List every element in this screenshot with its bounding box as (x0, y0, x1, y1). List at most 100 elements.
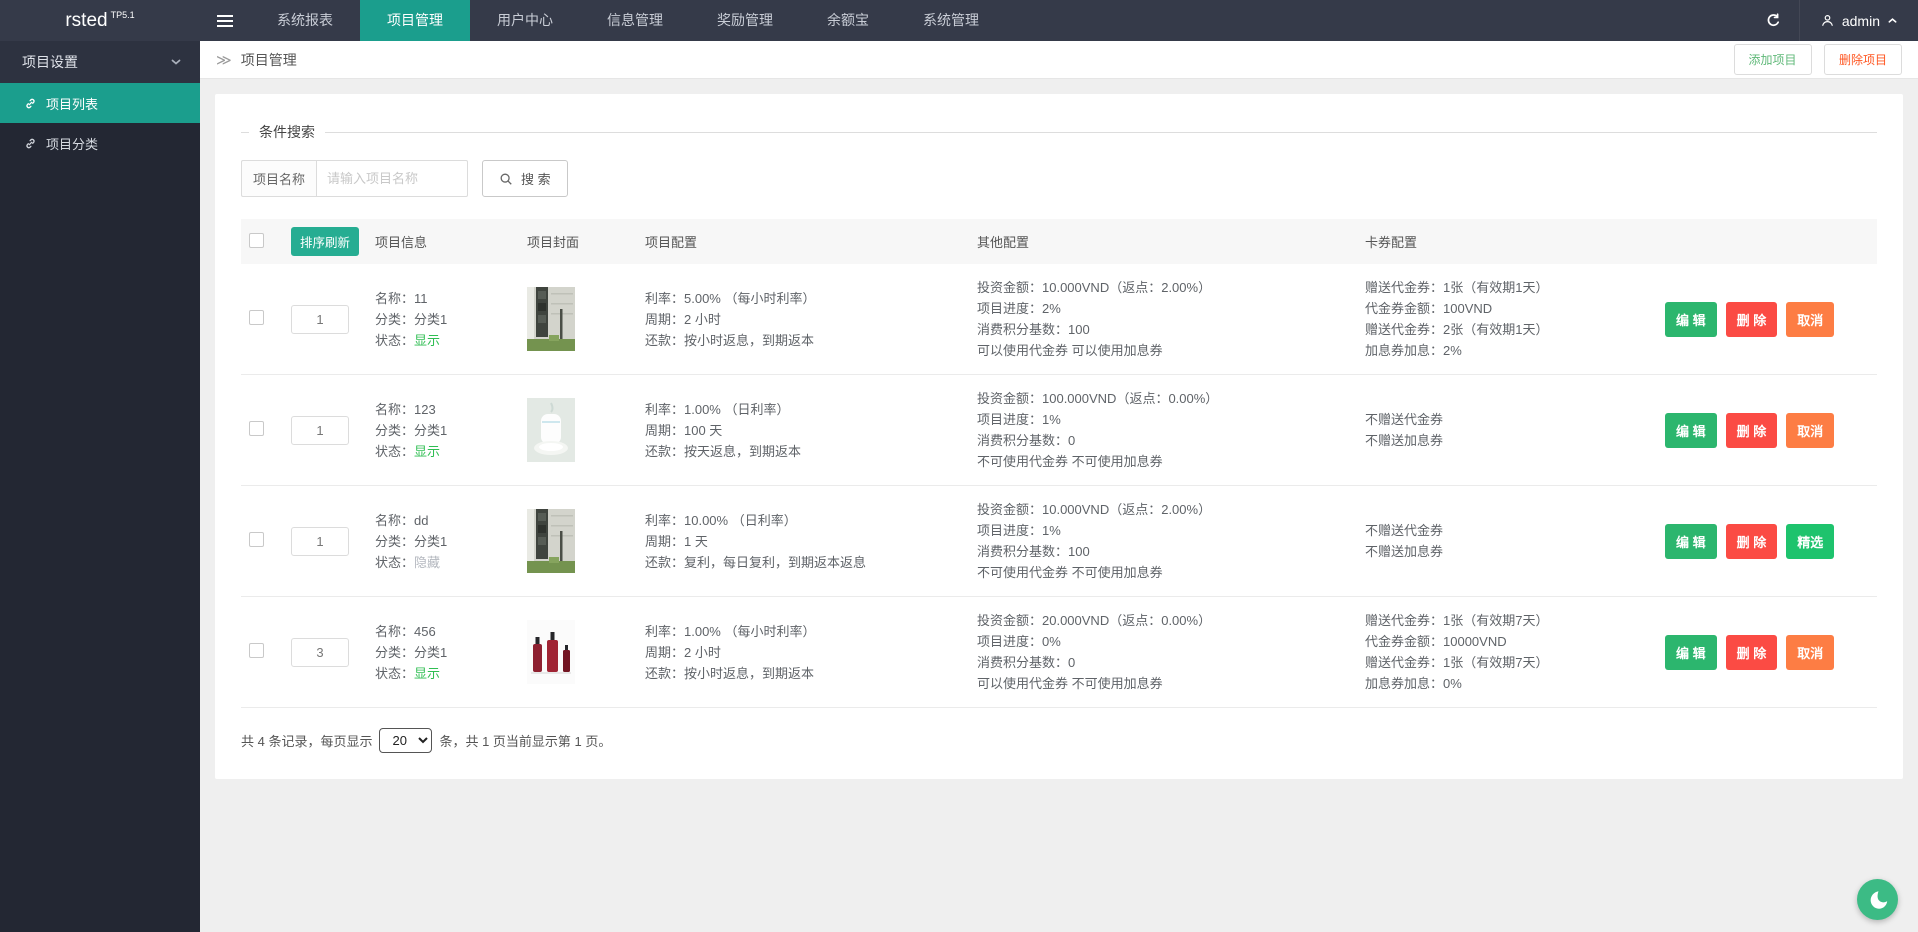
info-line-name: 名称：456 (375, 623, 436, 639)
info-line-status: 状态：显示 (375, 332, 441, 348)
sidebar-item-project-list[interactable]: 项目列表 (0, 83, 200, 123)
nav-item-system-reports[interactable]: 系统报表 (250, 0, 360, 41)
search-legend: 条件搜索 (259, 124, 315, 140)
config-line: 赠送代金券：1张（有效期1天） (1365, 280, 1549, 295)
refresh-icon[interactable] (1749, 0, 1799, 41)
project-config-cell: 利率：10.00% （日利率） 周期：1 天还款：复利，每日复利，到期返本返息 (637, 486, 969, 597)
config-line: 周期：2 小时 (645, 311, 721, 327)
row-actions-cell: 编 辑删 除取消 (1657, 597, 1877, 708)
col-header-project-info: 项目信息 (375, 235, 428, 250)
info-line-name: 名称：123 (375, 401, 436, 417)
logo-version: TP5.1 (110, 9, 135, 20)
delete-button[interactable]: 删 除 (1725, 634, 1778, 670)
cancel-button[interactable]: 取消 (1786, 412, 1835, 448)
add-project-button[interactable]: 添加项目 (1733, 44, 1812, 75)
project-cover-cell (519, 597, 637, 708)
row-actions-cell: 编 辑删 除取消 (1657, 264, 1877, 375)
project-row: 名称：dd 分类：分类1 状态：隐藏 利率：10.00% （日利率） 周期：1 天还款：… (241, 486, 1877, 597)
nav-item-yuebao[interactable]: 余额宝 (800, 0, 896, 41)
config-line: 投资金额：10.000VND（返点：2.00%） (977, 502, 1212, 517)
pagination-prefix: 共 4 条记录，每页显示 (241, 734, 373, 749)
config-line: 加息券加息：2% (1365, 343, 1462, 358)
select-all-checkbox[interactable] (249, 232, 264, 248)
project-cover-cell (519, 264, 637, 375)
chat-fab-button[interactable] (1857, 879, 1898, 920)
config-line: 不赠送代金券 (1365, 412, 1444, 427)
delete-button[interactable]: 删 除 (1725, 412, 1778, 448)
edit-button[interactable]: 编 辑 (1665, 301, 1717, 337)
config-line: 还款：按小时返息，到期返本 (645, 332, 815, 348)
project-config-cell: 利率：1.00% （每小时利率） 周期：2 小时 还款：按小时返息，到期返本 (637, 597, 969, 708)
delete-button[interactable]: 删 除 (1725, 523, 1778, 559)
config-line: 项目进度：1% (977, 412, 1061, 427)
config-line: 利率：1.00% （日利率） (645, 401, 790, 417)
menu-toggle-icon[interactable] (200, 0, 250, 41)
project-info-cell: 名称：123 分类：分类1 状态：显示 (367, 375, 519, 486)
project-row: 名称：123 分类：分类1 状态：显示 利率：1.00% （日利率） 周期：100 天还… (241, 375, 1877, 486)
config-line: 消费积分基数：0 (977, 433, 1076, 448)
nav-item-system-management[interactable]: 系统管理 (896, 0, 1006, 41)
sort-order-input[interactable] (291, 304, 349, 334)
nav-item-project-management[interactable]: 项目管理 (360, 0, 470, 41)
config-line: 不赠送加息券 (1365, 544, 1444, 559)
user-menu[interactable]: admin (1798, 0, 1918, 41)
project-config-cell: 利率：5.00% （每小时利率） 周期：2 小时还款：按小时返息，到期返本 (637, 264, 969, 375)
info-line-category: 分类：分类1 (375, 644, 448, 660)
edit-button[interactable]: 编 辑 (1665, 634, 1717, 670)
config-line: 消费积分基数：100 (977, 322, 1090, 337)
config-line: 代金券金额：10000VND (1365, 634, 1507, 649)
row-checkbox[interactable] (249, 532, 264, 547)
top-nav: 系统报表 项目管理 用户中心 信息管理 奖励管理 余额宝 系统管理 (250, 0, 1006, 41)
info-line-status: 状态：显示 (375, 443, 441, 459)
topbar: rsted TP5.1 系统报表 项目管理 用户中心 信息管理 奖励管理 余额宝 系统管理 … (0, 0, 1918, 41)
sidebar-item-label: 项目列表 (46, 96, 99, 112)
project-cover-cell (519, 375, 637, 486)
chevron-down-icon (171, 59, 181, 65)
delete-button[interactable]: 删 除 (1725, 301, 1778, 337)
breadcrumb: ≫ 项目管理 (216, 50, 297, 70)
project-cover-image (527, 398, 629, 462)
config-line: 还款：按小时返息，到期返本 (645, 665, 815, 681)
config-line: 周期：2 小时 (645, 644, 721, 660)
row-checkbox[interactable] (249, 643, 264, 658)
config-line: 不赠送代金券 (1365, 523, 1444, 538)
project-list-panel: 条件搜索 项目名称 搜 索 (215, 94, 1903, 779)
sidebar-group-project-settings[interactable]: 项目设置 (0, 41, 200, 83)
nav-item-reward-management[interactable]: 奖励管理 (690, 0, 800, 41)
col-header-card-config: 卡券配置 (1365, 235, 1418, 250)
config-line: 可以使用代金券 可以使用加息券 (977, 343, 1163, 358)
config-line: 赠送代金券：2张（有效期1天） (1365, 322, 1549, 337)
card-config-cell: 赠送代金券：1张（有效期7天） 代金券金额：10000VND 赠送代金券：1张（有效… (1357, 597, 1657, 708)
username: admin (1841, 12, 1880, 29)
project-name-input[interactable] (316, 160, 469, 197)
featured-button[interactable]: 精选 (1786, 523, 1835, 559)
project-config-cell: 利率：1.00% （日利率） 周期：100 天还款：按天返息，到期返本 (637, 375, 969, 486)
config-line: 不可使用代金券 不可使用加息券 (977, 454, 1163, 469)
project-cover-cell (519, 486, 637, 597)
nav-item-user-center[interactable]: 用户中心 (470, 0, 580, 41)
cancel-button[interactable]: 取消 (1786, 634, 1835, 670)
info-line-category: 分类：分类1 (375, 533, 448, 549)
page-size-select[interactable]: 20 (379, 728, 433, 753)
project-cover-image (527, 620, 629, 684)
nav-item-info-management[interactable]: 信息管理 (580, 0, 690, 41)
sidebar-item-project-category[interactable]: 项目分类 (0, 123, 200, 163)
sort-order-input[interactable] (291, 415, 349, 445)
edit-button[interactable]: 编 辑 (1665, 412, 1717, 448)
sort-order-input[interactable] (291, 526, 349, 556)
row-checkbox[interactable] (249, 310, 264, 325)
sort-refresh-button[interactable]: 排序刷新 (291, 227, 359, 256)
sidebar-item-label: 项目分类 (46, 136, 99, 152)
sort-order-input[interactable] (291, 637, 349, 667)
logo-text: rsted (65, 9, 108, 31)
edit-button[interactable]: 编 辑 (1665, 523, 1717, 559)
delete-project-button[interactable]: 删除项目 (1823, 44, 1902, 75)
config-line: 加息券加息：0% (1365, 676, 1462, 691)
row-checkbox[interactable] (249, 421, 264, 436)
col-header-other-config: 其他配置 (977, 235, 1030, 250)
row-actions-cell: 编 辑删 除精选 (1657, 486, 1877, 597)
config-line: 利率：5.00% （每小时利率） (645, 290, 816, 306)
cancel-button[interactable]: 取消 (1786, 301, 1835, 337)
search-button[interactable]: 搜 索 (482, 160, 568, 197)
project-info-cell: 名称：11 分类：分类1 状态：显示 (367, 264, 519, 375)
